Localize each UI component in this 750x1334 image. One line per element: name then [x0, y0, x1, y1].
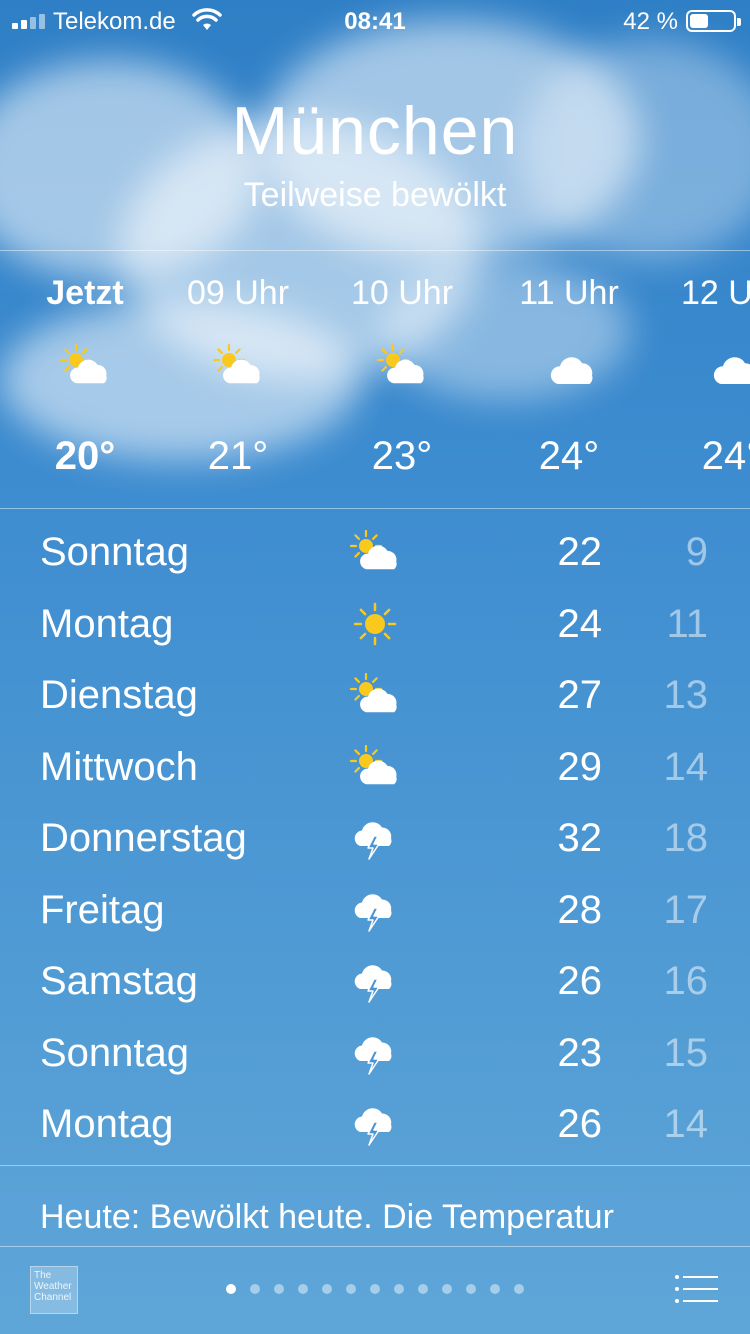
- cloud-icon: [704, 344, 750, 388]
- day-name: Samstag: [40, 959, 198, 1003]
- partly-cloudy-icon: [348, 672, 402, 717]
- hour-temperature: 24°: [538, 434, 600, 478]
- hour-label: 12 Uhr: [680, 274, 750, 312]
- hour-temperature: 23°: [371, 434, 433, 478]
- daily-row: Sonntag 22 9: [0, 520, 750, 592]
- hour-temperature: 21°: [207, 434, 269, 478]
- page-dot[interactable]: [298, 1284, 308, 1294]
- cloud-icon: [541, 344, 597, 388]
- high-temperature: 28: [557, 887, 603, 932]
- hourly-item: 11 Uhr 24°: [489, 252, 649, 508]
- partly-cloudy-icon: [348, 529, 402, 574]
- hourly-forecast[interactable]: Jetzt 20° 09 Uhr 21° 10 Uhr 23° 11 Uhr 2…: [0, 252, 750, 508]
- high-temperature: 26: [557, 1102, 603, 1146]
- low-temperature: 15: [663, 1030, 709, 1075]
- page-dot[interactable]: [250, 1284, 260, 1294]
- daily-forecast: Sonntag 22 9 Montag 24 11 Dienstag 27 13…: [0, 520, 750, 1164]
- low-temperature: 13: [663, 673, 709, 717]
- partly-cloudy-icon: [57, 343, 113, 388]
- high-temperature: 27: [557, 673, 603, 717]
- sun-icon: [348, 602, 402, 646]
- page-dot[interactable]: [418, 1284, 428, 1294]
- daily-row: Sonntag 23 15: [0, 1021, 750, 1093]
- hour-label: 11 Uhr: [519, 274, 619, 312]
- high-temperature: 26: [557, 959, 603, 1003]
- thunderstorm-icon: [348, 888, 402, 932]
- high-temperature: 24: [557, 601, 603, 646]
- low-temperature: 14: [663, 1102, 709, 1146]
- page-dot[interactable]: [322, 1284, 332, 1294]
- page-dot[interactable]: [442, 1284, 452, 1294]
- page-dot[interactable]: [490, 1284, 500, 1294]
- bottom-toolbar: The Weather Channel: [0, 1246, 750, 1334]
- day-name: Donnerstag: [40, 816, 247, 860]
- day-name: Mittwoch: [40, 744, 198, 789]
- low-temperature: 9: [685, 530, 708, 574]
- day-name: Sonntag: [40, 1030, 190, 1075]
- weather-channel-logo[interactable]: The Weather Channel: [30, 1266, 78, 1314]
- hourly-item: 12 Uhr 24°: [652, 252, 750, 508]
- weather-summary: Heute: Bewölkt heute. Die Temperatur: [40, 1198, 614, 1236]
- divider: [0, 508, 750, 509]
- thunderstorm-icon: [348, 816, 402, 860]
- low-temperature: 18: [663, 816, 709, 860]
- partly-cloudy-icon: [374, 343, 430, 388]
- current-condition: Teilweise bewölkt: [243, 176, 507, 214]
- hour-label: Jetzt: [46, 274, 124, 312]
- high-temperature: 32: [557, 816, 603, 860]
- daily-row: Mittwoch 29 14: [0, 735, 750, 807]
- hour-label: 09 Uhr: [186, 274, 290, 312]
- hourly-item: 09 Uhr 21°: [158, 252, 318, 508]
- thunderstorm-icon: [348, 1031, 402, 1075]
- hourly-item: 10 Uhr 23°: [322, 252, 482, 508]
- day-name: Sonntag: [40, 530, 190, 574]
- hourly-item: Jetzt 20°: [5, 252, 165, 508]
- partly-cloudy-icon: [348, 744, 402, 789]
- hour-temperature: 20°: [54, 434, 116, 478]
- daily-row: Montag 26 14: [0, 1092, 750, 1164]
- daily-row: Montag 24 11: [0, 592, 750, 664]
- thunderstorm-icon: [348, 959, 402, 1003]
- day-name: Montag: [40, 1102, 174, 1146]
- partly-cloudy-icon: [210, 343, 266, 388]
- high-temperature: 22: [557, 530, 603, 574]
- daily-row: Dienstag 27 13: [0, 663, 750, 735]
- page-dot[interactable]: [466, 1284, 476, 1294]
- high-temperature: 29: [557, 744, 603, 789]
- day-name: Freitag: [40, 887, 165, 932]
- page-dot[interactable]: [514, 1284, 524, 1294]
- city-name: München: [231, 93, 519, 169]
- hour-temperature: 24°: [701, 434, 750, 478]
- battery-percentage: 42 %: [623, 8, 678, 35]
- page-dot[interactable]: [226, 1284, 236, 1294]
- page-dot[interactable]: [274, 1284, 284, 1294]
- thunderstorm-icon: [348, 1102, 402, 1146]
- page-dot[interactable]: [346, 1284, 356, 1294]
- hour-label: 10 Uhr: [350, 274, 454, 312]
- city-list-icon[interactable]: [674, 1274, 718, 1304]
- battery-icon: [686, 10, 741, 32]
- low-temperature: 17: [663, 887, 709, 932]
- page-dot[interactable]: [394, 1284, 404, 1294]
- daily-row: Donnerstag 32 18: [0, 806, 750, 878]
- day-name: Dienstag: [40, 673, 198, 717]
- divider: [0, 1165, 750, 1166]
- low-temperature: 16: [663, 959, 709, 1003]
- status-bar: Telekom.de 08:41 42 %: [0, 0, 750, 40]
- page-dot[interactable]: [370, 1284, 380, 1294]
- high-temperature: 23: [557, 1030, 603, 1075]
- low-temperature: 11: [666, 601, 708, 646]
- day-name: Montag: [40, 601, 174, 646]
- page-indicator[interactable]: [226, 1284, 524, 1294]
- daily-row: Samstag 26 16: [0, 949, 750, 1021]
- daily-row: Freitag 28 17: [0, 878, 750, 950]
- low-temperature: 14: [663, 744, 709, 789]
- divider: [0, 250, 750, 251]
